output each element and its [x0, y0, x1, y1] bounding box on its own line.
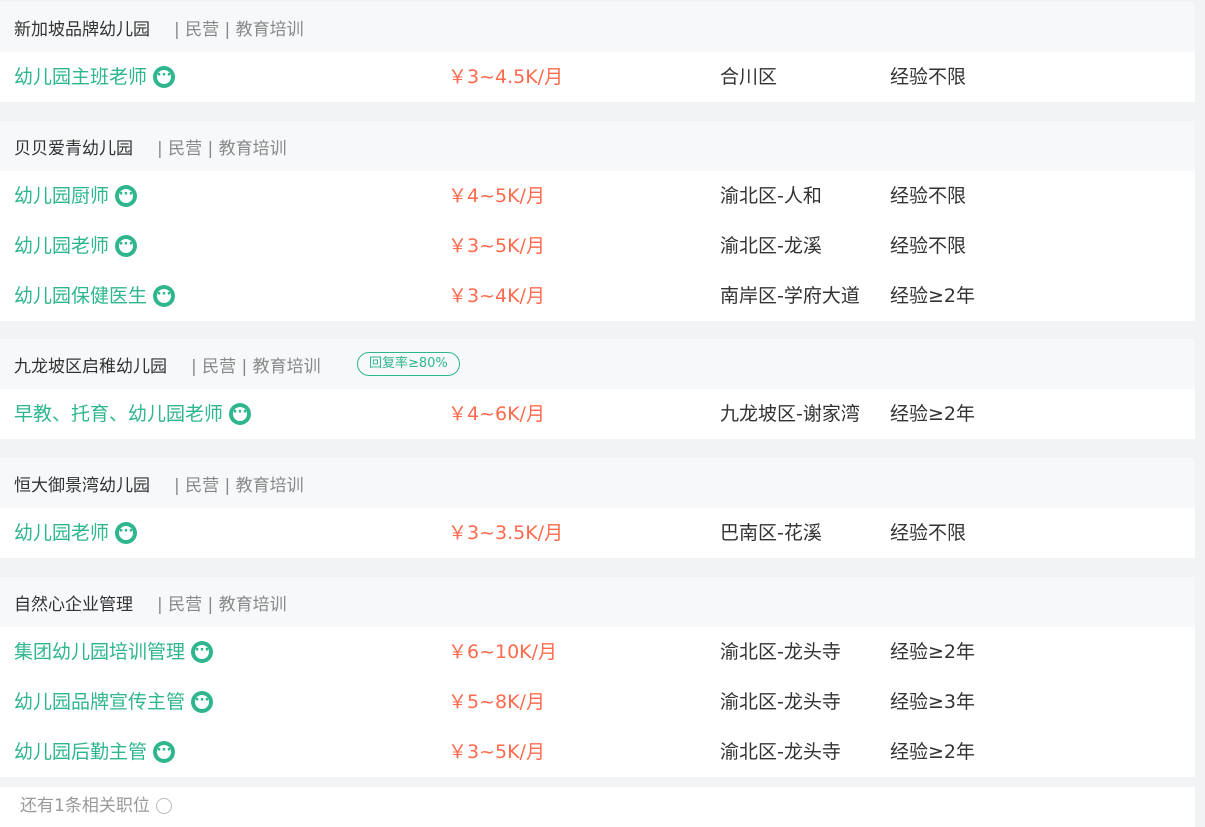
salary: ￥5~8K/月: [448, 691, 545, 713]
location: 渝北区-龙头寺: [720, 641, 841, 663]
job-row[interactable]: 幼儿园厨师 ￥4~5K/月 渝北区-人和 经验不限: [0, 171, 1195, 221]
job-title-link[interactable]: 幼儿园老师: [14, 508, 138, 558]
company-header: 九龙坡区启稚幼儿园 | 民营 | 教育培训 回复率≥80%: [0, 339, 1195, 389]
job-title-link[interactable]: 早教、托育、幼儿园老师: [14, 389, 252, 439]
company-block: 新加坡品牌幼儿园 | 民营 | 教育培训 幼儿园主班老师 ￥3~4.5K/月 合…: [0, 2, 1195, 102]
experience: 经验不限: [890, 522, 967, 544]
job-title[interactable]: 幼儿园后勤主管: [14, 727, 147, 777]
job-title[interactable]: 幼儿园老师: [14, 221, 109, 271]
location: 渝北区-人和: [720, 185, 822, 207]
experience: 经验不限: [890, 185, 967, 207]
company-tags: | 民营 | 教育培训: [174, 475, 304, 496]
location: 渝北区-龙头寺: [720, 691, 841, 713]
chat-icon[interactable]: [115, 522, 138, 544]
chat-icon[interactable]: [229, 403, 252, 425]
company-block: 恒大御景湾幼儿园 | 民营 | 教育培训 幼儿园老师 ￥3~3.5K/月 巴南区…: [0, 458, 1195, 558]
experience: 经验≥3年: [890, 691, 976, 713]
job-row[interactable]: 幼儿园保健医生 ￥3~4K/月 南岸区-学府大道 经验≥2年: [0, 271, 1195, 321]
chat-icon[interactable]: [191, 691, 214, 713]
job-title-link[interactable]: 幼儿园保健医生: [14, 271, 176, 321]
experience: 经验不限: [890, 235, 967, 257]
job-title-link[interactable]: 集团幼儿园培训管理: [14, 627, 214, 677]
company-tags: | 民营 | 教育培训: [174, 19, 304, 40]
experience: 经验≥2年: [890, 403, 976, 425]
experience: 经验≥2年: [890, 741, 976, 763]
job-title[interactable]: 幼儿园保健医生: [14, 271, 147, 321]
location: 合川区: [720, 66, 778, 88]
salary: ￥3~4.5K/月: [448, 66, 564, 88]
location: 九龙坡区-谢家湾: [720, 403, 860, 425]
job-row[interactable]: 幼儿园品牌宣传主管 ￥5~8K/月 渝北区-龙头寺 经验≥3年: [0, 677, 1195, 727]
location: 南岸区-学府大道: [720, 285, 860, 307]
job-title[interactable]: 集团幼儿园培训管理: [14, 627, 185, 677]
experience: 经验≥2年: [890, 641, 976, 663]
salary: ￥3~5K/月: [448, 235, 545, 257]
location: 巴南区-花溪: [720, 522, 822, 544]
more-jobs-row[interactable]: 还有1条相关职位: [0, 787, 1195, 827]
info-icon: [155, 798, 172, 814]
job-title-link[interactable]: 幼儿园后勤主管: [14, 727, 176, 777]
job-row[interactable]: 幼儿园老师 ￥3~5K/月 渝北区-龙溪 经验不限: [0, 221, 1195, 271]
location: 渝北区-龙溪: [720, 235, 822, 257]
company-name[interactable]: 九龙坡区启稚幼儿园: [14, 352, 167, 377]
company-tags: | 民营 | 教育培训: [157, 138, 287, 159]
job-row[interactable]: 早教、托育、幼儿园老师 ￥4~6K/月 九龙坡区-谢家湾 经验≥2年: [0, 389, 1195, 439]
location: 渝北区-龙头寺: [720, 741, 841, 763]
company-name[interactable]: 自然心企业管理: [14, 590, 133, 615]
salary: ￥4~5K/月: [448, 185, 545, 207]
salary: ￥3~5K/月: [448, 741, 545, 763]
company-tags: | 民营 | 教育培训: [191, 356, 321, 377]
chat-icon[interactable]: [153, 66, 176, 88]
job-row[interactable]: 幼儿园老师 ￥3~3.5K/月 巴南区-花溪 经验不限: [0, 508, 1195, 558]
company-block: 贝贝爱青幼儿园 | 民营 | 教育培训 幼儿园厨师 ￥4~5K/月 渝北区-人和…: [0, 121, 1195, 321]
job-title-link[interactable]: 幼儿园品牌宣传主管: [14, 677, 214, 727]
job-title[interactable]: 幼儿园品牌宣传主管: [14, 677, 185, 727]
company-header: 贝贝爱青幼儿园 | 民营 | 教育培训: [0, 121, 1195, 171]
job-title[interactable]: 幼儿园主班老师: [14, 52, 147, 102]
chat-icon[interactable]: [153, 741, 176, 763]
company-name[interactable]: 恒大御景湾幼儿园: [14, 471, 150, 496]
chat-icon[interactable]: [191, 641, 214, 663]
job-title[interactable]: 早教、托育、幼儿园老师: [14, 389, 223, 439]
job-row[interactable]: 集团幼儿园培训管理 ￥6~10K/月 渝北区-龙头寺 经验≥2年: [0, 627, 1195, 677]
job-title[interactable]: 幼儿园厨师: [14, 171, 109, 221]
more-jobs-link[interactable]: 还有1条相关职位: [20, 791, 172, 816]
experience: 经验≥2年: [890, 285, 976, 307]
job-title[interactable]: 幼儿园老师: [14, 508, 109, 558]
company-name[interactable]: 新加坡品牌幼儿园: [14, 15, 150, 40]
chat-icon[interactable]: [115, 185, 138, 207]
chat-icon[interactable]: [153, 285, 176, 307]
company-header: 恒大御景湾幼儿园 | 民营 | 教育培训: [0, 458, 1195, 508]
company-header: 自然心企业管理 | 民营 | 教育培训: [0, 577, 1195, 627]
salary: ￥6~10K/月: [448, 641, 558, 663]
company-header: 新加坡品牌幼儿园 | 民营 | 教育培训: [0, 2, 1195, 52]
company-block: 自然心企业管理 | 民营 | 教育培训 集团幼儿园培训管理 ￥6~10K/月 渝…: [0, 577, 1195, 777]
company-block: 九龙坡区启稚幼儿园 | 民营 | 教育培训 回复率≥80% 早教、托育、幼儿园老…: [0, 339, 1195, 439]
job-title-link[interactable]: 幼儿园主班老师: [14, 52, 176, 102]
job-title-link[interactable]: 幼儿园厨师: [14, 171, 138, 221]
company-name[interactable]: 贝贝爱青幼儿园: [14, 134, 133, 159]
job-title-link[interactable]: 幼儿园老师: [14, 221, 138, 271]
salary: ￥3~3.5K/月: [448, 522, 564, 544]
reply-rate-badge: 回复率≥80%: [357, 352, 460, 376]
company-tags: | 民营 | 教育培训: [157, 594, 287, 615]
salary: ￥4~6K/月: [448, 403, 545, 425]
chat-icon[interactable]: [115, 235, 138, 257]
job-row[interactable]: 幼儿园主班老师 ￥3~4.5K/月 合川区 经验不限: [0, 52, 1195, 102]
more-jobs-text[interactable]: 还有1条相关职位: [20, 796, 150, 816]
experience: 经验不限: [890, 66, 967, 88]
salary: ￥3~4K/月: [448, 285, 545, 307]
job-row[interactable]: 幼儿园后勤主管 ￥3~5K/月 渝北区-龙头寺 经验≥2年: [0, 727, 1195, 777]
